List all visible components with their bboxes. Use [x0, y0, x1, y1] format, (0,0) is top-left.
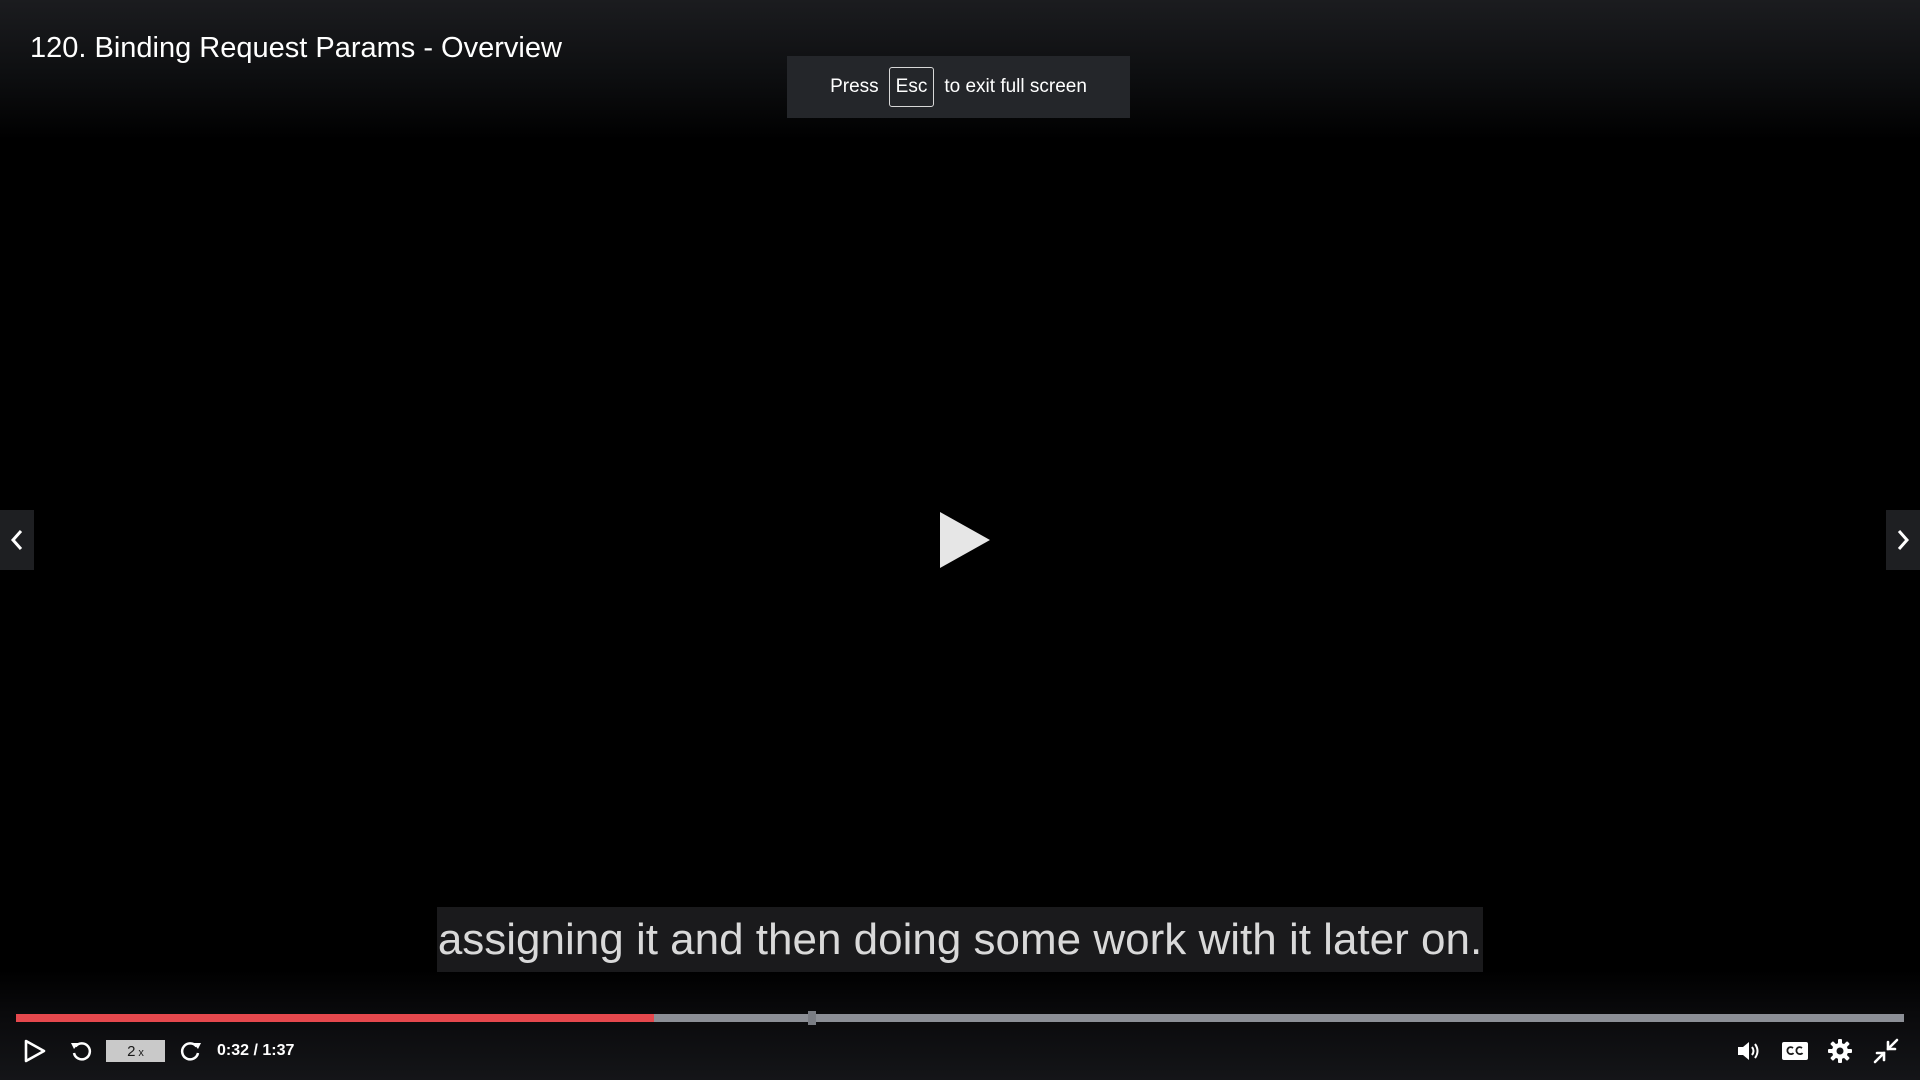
- previous-lecture-button[interactable]: [0, 510, 34, 570]
- fullscreen-notice: Press Esc to exit full screen: [787, 56, 1130, 118]
- time-separator: /: [249, 1042, 263, 1059]
- captions-icon: [1782, 1042, 1808, 1060]
- chevron-right-icon: [1897, 530, 1910, 550]
- forward-icon: [180, 1042, 201, 1061]
- play-icon: [24, 1039, 46, 1063]
- exit-fullscreen-icon: [1873, 1038, 1899, 1064]
- gear-icon: [1828, 1039, 1852, 1063]
- next-lecture-button[interactable]: [1886, 510, 1920, 570]
- playback-speed-value: 2: [127, 1042, 136, 1060]
- control-bar: 2 x 0:32 / 1:37: [0, 1030, 1920, 1072]
- volume-icon: [1738, 1042, 1759, 1060]
- caption-text: assigning it and then doing some work wi…: [437, 907, 1483, 972]
- progress-marker[interactable]: [808, 1011, 816, 1025]
- esc-key-badge: Esc: [888, 67, 935, 107]
- rewind-icon: [71, 1042, 92, 1061]
- chevron-left-icon: [10, 530, 23, 550]
- settings-button[interactable]: [1823, 1030, 1857, 1072]
- play-button[interactable]: [20, 1030, 50, 1072]
- video-player[interactable]: 120. Binding Request Params - Overview P…: [0, 0, 1920, 1080]
- progress-bar[interactable]: [16, 1011, 1904, 1025]
- duration: 1:37: [262, 1042, 295, 1059]
- center-play-button[interactable]: [930, 505, 1000, 575]
- forward-button[interactable]: [176, 1030, 206, 1072]
- captions-button[interactable]: [1778, 1030, 1812, 1072]
- play-icon: [940, 512, 990, 568]
- exit-fullscreen-button[interactable]: [1869, 1030, 1903, 1072]
- playback-speed-button[interactable]: 2 x: [106, 1040, 165, 1062]
- fullscreen-notice-suffix: to exit full screen: [944, 76, 1087, 97]
- fullscreen-notice-press: Press: [830, 76, 879, 97]
- playback-speed-suffix: x: [138, 1047, 144, 1059]
- current-time: 0:32: [217, 1042, 250, 1059]
- time-display: 0:32 / 1:37: [217, 1030, 294, 1072]
- video-title: 120. Binding Request Params - Overview: [30, 32, 562, 64]
- volume-button[interactable]: [1732, 1030, 1766, 1072]
- progress-played: [16, 1014, 655, 1022]
- rewind-button[interactable]: [66, 1030, 96, 1072]
